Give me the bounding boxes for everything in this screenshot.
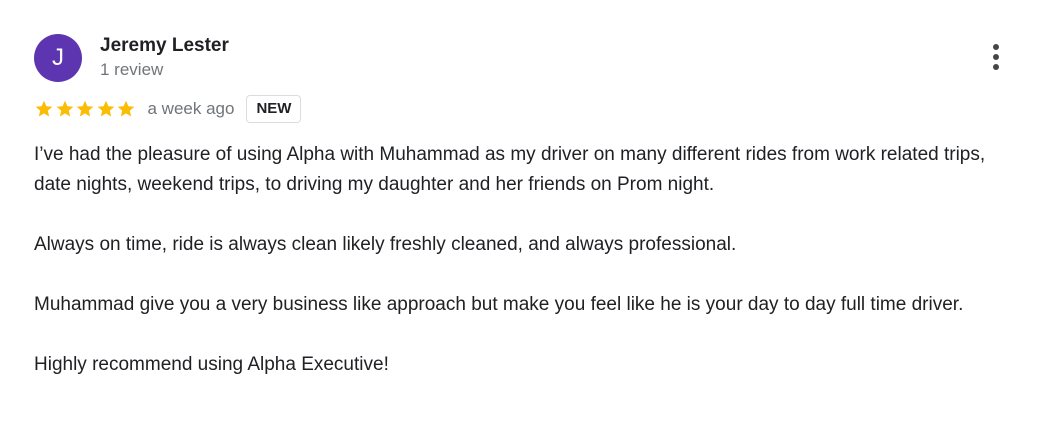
review-text: I’ve had the pleasure of using Alpha wit…	[34, 140, 1009, 410]
rating-row: a week ago NEW	[34, 94, 302, 124]
avatar[interactable]: J	[34, 34, 82, 82]
review-paragraph: I’ve had the pleasure of using Alpha wit…	[34, 144, 986, 195]
star-icon	[34, 99, 54, 119]
star-icon	[55, 99, 75, 119]
more-options-button[interactable]	[981, 38, 1011, 76]
review-card: J Jeremy Lester 1 review a week ago NEW …	[0, 0, 1038, 425]
reviewer-name[interactable]: Jeremy Lester	[100, 34, 229, 58]
star-icon	[96, 99, 116, 119]
more-vert-icon-dot	[993, 64, 999, 70]
star-icon	[75, 99, 95, 119]
new-badge: NEW	[246, 95, 302, 123]
more-vert-icon	[993, 44, 999, 50]
star-rating	[34, 99, 137, 119]
review-paragraph: Muhammad give you a very business like a…	[34, 294, 964, 315]
review-time: a week ago	[147, 99, 235, 118]
more-vert-icon-dot	[993, 54, 999, 60]
review-paragraph: Always on time, ride is always clean lik…	[34, 234, 737, 255]
star-icon	[116, 99, 136, 119]
review-count: 1 review	[100, 60, 164, 79]
review-paragraph: Highly recommend using Alpha Executive!	[34, 354, 389, 375]
